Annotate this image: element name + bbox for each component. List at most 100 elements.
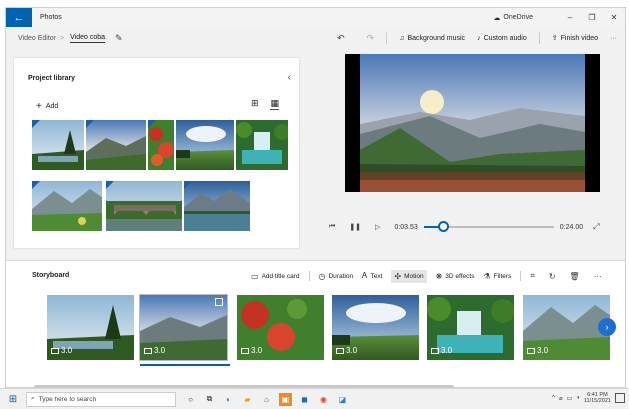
- delete-button[interactable]: 🗑: [570, 270, 580, 283]
- library-thumbnail[interactable]: [32, 181, 102, 231]
- storyboard-clip[interactable]: 3.0: [47, 295, 134, 360]
- chevron-up-icon[interactable]: ^: [552, 395, 555, 401]
- onedrive-button[interactable]: ☁ OneDrive: [493, 14, 533, 22]
- library-thumbnail[interactable]: [86, 120, 146, 170]
- crop-button[interactable]: ⌗: [530, 269, 535, 283]
- clip-duration: 3.0: [144, 346, 165, 355]
- custom-audio-button[interactable]: ♪ Custom audio: [477, 35, 527, 42]
- clip-duration: 3.0: [527, 346, 548, 355]
- storyboard-panel: Storyboard ▭ Add title card ◷ Duration Ꭺ Te…: [6, 260, 625, 387]
- image-icon: [527, 347, 535, 354]
- library-thumbnail[interactable]: [176, 120, 234, 170]
- 3d-effects-button[interactable]: ❋ 3D effects: [436, 270, 475, 283]
- seek-slider[interactable]: [423, 221, 554, 232]
- motion-icon: ✣: [394, 271, 402, 281]
- scroll-right-button[interactable]: ›: [598, 318, 616, 336]
- storyboard-toolbar: ▭ Add title card ◷ Duration Ꭺ Text ✣ Motion …: [251, 269, 611, 283]
- add-media-button[interactable]: + Add: [36, 101, 58, 112]
- clip-checkbox[interactable]: [215, 298, 223, 306]
- task-view-icon[interactable]: ⧉: [203, 393, 216, 406]
- redo-icon[interactable]: ↷: [367, 33, 375, 44]
- seek-handle[interactable]: [438, 221, 450, 232]
- current-time: 0:03.53: [394, 223, 418, 231]
- storyboard-title: Storyboard: [32, 272, 70, 279]
- filters-button[interactable]: ⚗ Filters: [483, 270, 511, 283]
- breadcrumb-root[interactable]: Video Editor: [18, 35, 56, 42]
- network-icon[interactable]: ⌀: [559, 395, 563, 402]
- minimize-button[interactable]: –: [559, 13, 581, 22]
- background-music-button[interactable]: ♫ Background music: [399, 35, 465, 42]
- storyboard-more-button[interactable]: ···: [594, 270, 602, 283]
- notification-icon[interactable]: [615, 393, 625, 403]
- view-toggle: ⊞ ▦: [251, 98, 279, 110]
- storyboard-clip[interactable]: 3.0: [427, 295, 514, 360]
- edit-pencil-icon[interactable]: ✎: [115, 33, 123, 44]
- crop-icon: ⌗: [530, 271, 535, 280]
- list-view-icon[interactable]: ▦: [270, 98, 279, 110]
- collapse-chevron-icon[interactable]: ‹: [288, 72, 291, 83]
- plus-icon: +: [36, 101, 42, 112]
- preview-frame: [360, 54, 585, 192]
- library-thumbnail[interactable]: [148, 120, 174, 170]
- library-thumbnail[interactable]: [106, 181, 182, 231]
- rotate-button[interactable]: ↻: [549, 270, 556, 283]
- chevron-right-icon: ›: [605, 322, 609, 332]
- store-icon[interactable]: ⌂: [260, 393, 273, 406]
- duration-label: Duration: [328, 272, 354, 280]
- photos-app-icon[interactable]: ▣: [279, 392, 292, 406]
- text-label: Text: [370, 272, 383, 280]
- windows-taskbar: ⊞ ⌕ Type here to search ○ ⧉ ◐ ▰ ⌂ ▣ ◼ ◉ …: [0, 388, 629, 409]
- volume-icon[interactable]: ◖: [576, 395, 580, 401]
- selected-clip-indicator: [140, 364, 230, 366]
- duration-button[interactable]: ◷ Duration: [319, 270, 354, 283]
- playback-controls: ⏮ ❚❚ ▷ 0:03.53 0:24.00 ⤢: [329, 220, 614, 234]
- custom-audio-label: Custom audio: [483, 34, 527, 42]
- video-preview[interactable]: [345, 54, 600, 192]
- finish-video-button[interactable]: ⇪ Finish video: [552, 34, 598, 43]
- add-title-card-button[interactable]: ▭ Add title card: [251, 270, 300, 283]
- rotate-icon: ↻: [548, 271, 556, 281]
- project-name[interactable]: Video coba: [70, 34, 106, 43]
- grid-view-icon[interactable]: ⊞: [251, 98, 259, 110]
- pause-icon[interactable]: ❚❚: [349, 223, 361, 231]
- storyboard-clip-selected[interactable]: 3.0: [139, 294, 228, 361]
- music-note-icon: ♫: [399, 34, 405, 42]
- total-time: 0:24.00: [559, 223, 584, 231]
- expand-icon[interactable]: ⤢: [593, 222, 599, 232]
- maximize-button[interactable]: ❐: [581, 13, 603, 22]
- storyboard-clip[interactable]: 3.0: [523, 295, 610, 360]
- filters-label: Filters: [493, 272, 512, 280]
- edge-icon[interactable]: ◐: [222, 393, 235, 406]
- app-title: Photos: [40, 14, 62, 21]
- motion-button[interactable]: ✣ Motion: [391, 269, 427, 283]
- file-explorer-icon[interactable]: ▰: [241, 393, 254, 406]
- library-thumbnail[interactable]: [184, 181, 250, 231]
- battery-icon[interactable]: ▭: [567, 395, 573, 402]
- skip-back-icon[interactable]: ⏮: [329, 223, 335, 231]
- library-thumbnail[interactable]: [32, 120, 84, 170]
- chrome-icon[interactable]: ◉: [317, 393, 330, 406]
- taskbar-search-box[interactable]: ⌕ Type here to search: [26, 391, 176, 407]
- more-options-icon[interactable]: ···: [610, 35, 617, 42]
- cortana-icon[interactable]: ○: [184, 393, 197, 406]
- windows-start-icon[interactable]: ⊞: [0, 394, 26, 405]
- close-button[interactable]: ✕: [603, 13, 625, 22]
- library-thumbnail[interactable]: [236, 120, 288, 170]
- clock-date: 11/15/2021: [583, 398, 611, 404]
- back-button[interactable]: ←: [6, 8, 32, 27]
- image-icon: [241, 347, 249, 354]
- title-bar: ← Photos ☁ OneDrive – ❐ ✕: [6, 8, 625, 27]
- cloud-icon: ☁: [493, 14, 501, 22]
- audio-icon: ♪: [477, 34, 481, 42]
- background-music-label: Background music: [407, 34, 466, 42]
- word-icon[interactable]: ◪: [336, 393, 349, 406]
- taskbar-clock[interactable]: 6:41 PM 11/15/2021: [584, 392, 611, 404]
- storyboard-clip[interactable]: 3.0: [332, 295, 419, 360]
- text-button[interactable]: Ꭺ Text: [362, 269, 382, 283]
- editor-toolbar: Video Editor > Video coba ✎ ↶ ↷ ♫ Backgro…: [6, 27, 625, 49]
- app-icon[interactable]: ◼: [298, 393, 311, 406]
- photos-window: ← Photos ☁ OneDrive – ❐ ✕ Video Editor >…: [5, 7, 626, 388]
- undo-icon[interactable]: ↶: [337, 33, 345, 44]
- skip-forward-icon[interactable]: ▷: [375, 223, 380, 231]
- storyboard-clip[interactable]: 3.0: [237, 295, 324, 360]
